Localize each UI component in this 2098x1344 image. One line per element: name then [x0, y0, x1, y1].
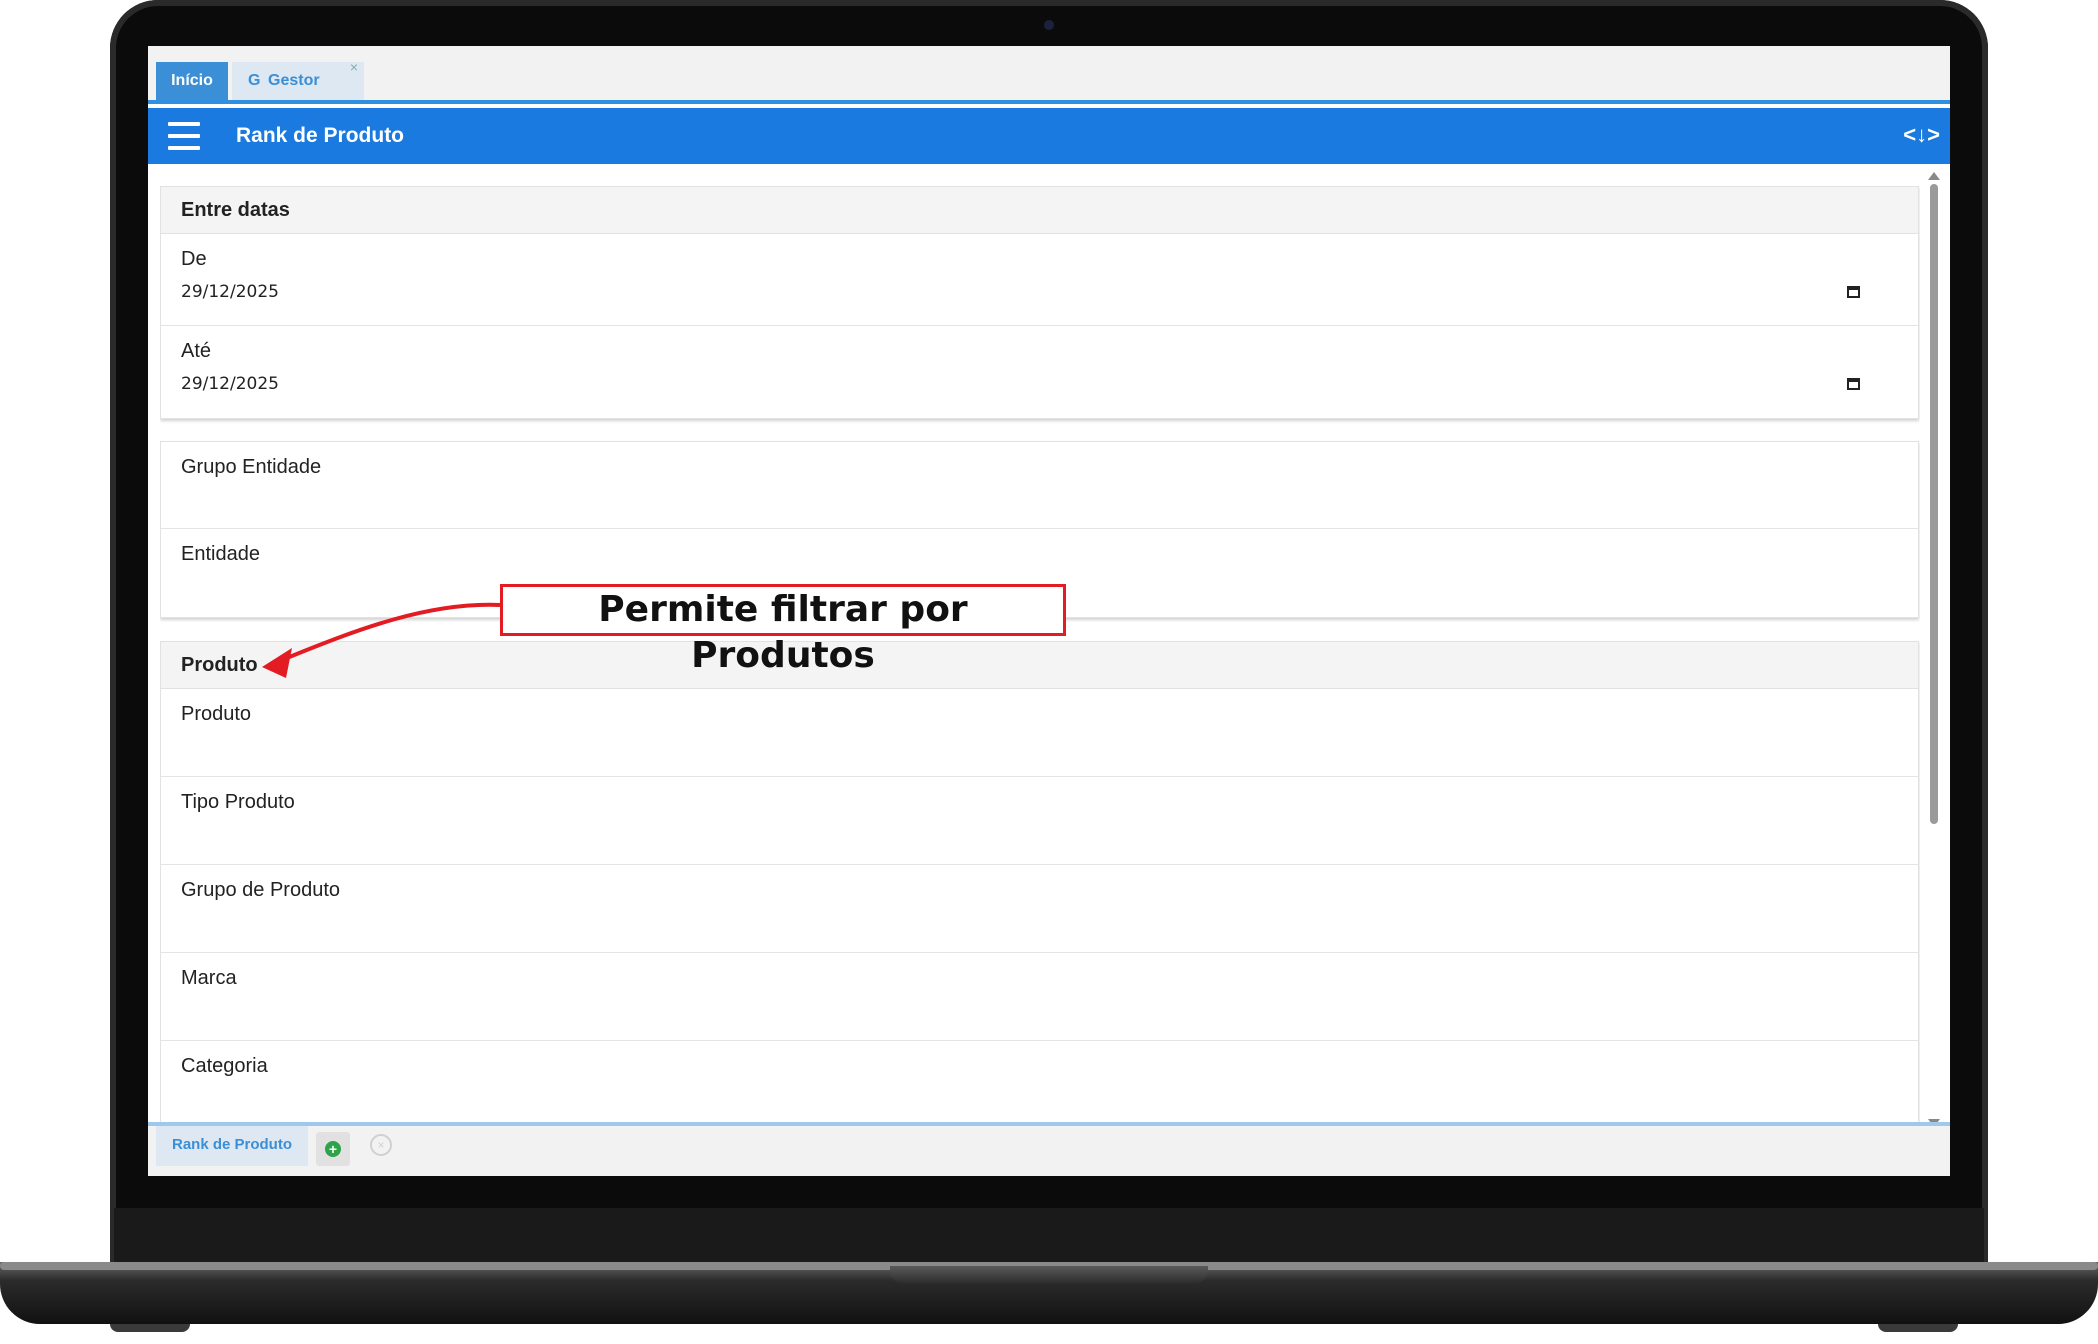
date-to-label: Até — [181, 340, 212, 362]
camera-icon — [1044, 20, 1054, 30]
categoria-field[interactable]: Categoria — [161, 1041, 1918, 1129]
hamburger-icon[interactable] — [168, 122, 200, 150]
code-toggle-icon[interactable]: <↓> — [1903, 122, 1940, 148]
tab-gestor[interactable]: G Gestor × — [232, 59, 364, 100]
categoria-label: Categoria — [181, 1055, 268, 1077]
grupo-produto-field[interactable]: Grupo de Produto — [161, 865, 1918, 953]
date-from-field[interactable]: De 29/12/2025 — [161, 234, 1918, 326]
vertical-scrollbar[interactable] — [1928, 172, 1940, 1127]
tab-gestor-label: Gestor — [268, 72, 320, 89]
laptop-foot-right — [1878, 1324, 1958, 1332]
plus-icon: + — [325, 1141, 341, 1157]
page-title: Rank de Produto — [236, 124, 405, 147]
calendar-icon[interactable] — [1847, 378, 1860, 390]
product-section-title: Produto — [161, 642, 1918, 689]
date-to-field[interactable]: Até 29/12/2025 — [161, 326, 1918, 418]
grupo-entidade-label: Grupo Entidade — [181, 456, 322, 478]
date-range-card: Entre datas De 29/12/2025 Até 29/12/2025 — [160, 186, 1919, 419]
product-card: Produto Produto Tipo Produto Grupo de Pr… — [160, 641, 1919, 1131]
close-circle-icon[interactable]: × — [370, 1134, 392, 1156]
gestor-logo-icon: G — [248, 72, 261, 89]
laptop-notch — [890, 1266, 1208, 1284]
bottom-tab-bar: Rank de Produto + × — [148, 1122, 1950, 1176]
date-from-input[interactable]: 29/12/2025 — [181, 282, 279, 302]
grupo-entidade-field[interactable]: Grupo Entidade — [161, 442, 1918, 529]
marca-label: Marca — [181, 967, 237, 989]
calendar-icon[interactable] — [1847, 286, 1860, 298]
scroll-thumb[interactable] — [1930, 184, 1938, 824]
tipo-produto-field[interactable]: Tipo Produto — [161, 777, 1918, 865]
date-to-input[interactable]: 29/12/2025 — [181, 374, 279, 394]
produto-label: Produto — [181, 703, 252, 725]
grupo-produto-label: Grupo de Produto — [181, 879, 340, 901]
page-header: Rank de Produto <↓> — [148, 108, 1950, 164]
laptop-bezel-bottom — [114, 1208, 1984, 1268]
entidade-label: Entidade — [181, 543, 260, 565]
scroll-up-icon[interactable] — [1928, 172, 1940, 180]
laptop-foot-left — [110, 1324, 190, 1332]
filter-form: Entre datas De 29/12/2025 Até 29/12/2025… — [160, 186, 1920, 1131]
close-tab-icon[interactable]: × — [350, 48, 358, 86]
date-range-title: Entre datas — [161, 187, 1918, 234]
tab-rank-de-produto[interactable]: Rank de Produto — [156, 1126, 308, 1166]
add-tab-button[interactable]: + — [316, 1132, 350, 1166]
app-tab-bar: Início G Gestor × — [148, 46, 1950, 104]
marca-field[interactable]: Marca — [161, 953, 1918, 1041]
date-from-label: De — [181, 248, 207, 270]
produto-field[interactable]: Produto — [161, 689, 1918, 777]
annotation-callout: Permite filtrar por Produtos — [500, 584, 1066, 676]
tipo-produto-label: Tipo Produto — [181, 791, 295, 813]
tab-inicio[interactable]: Início — [156, 62, 228, 100]
